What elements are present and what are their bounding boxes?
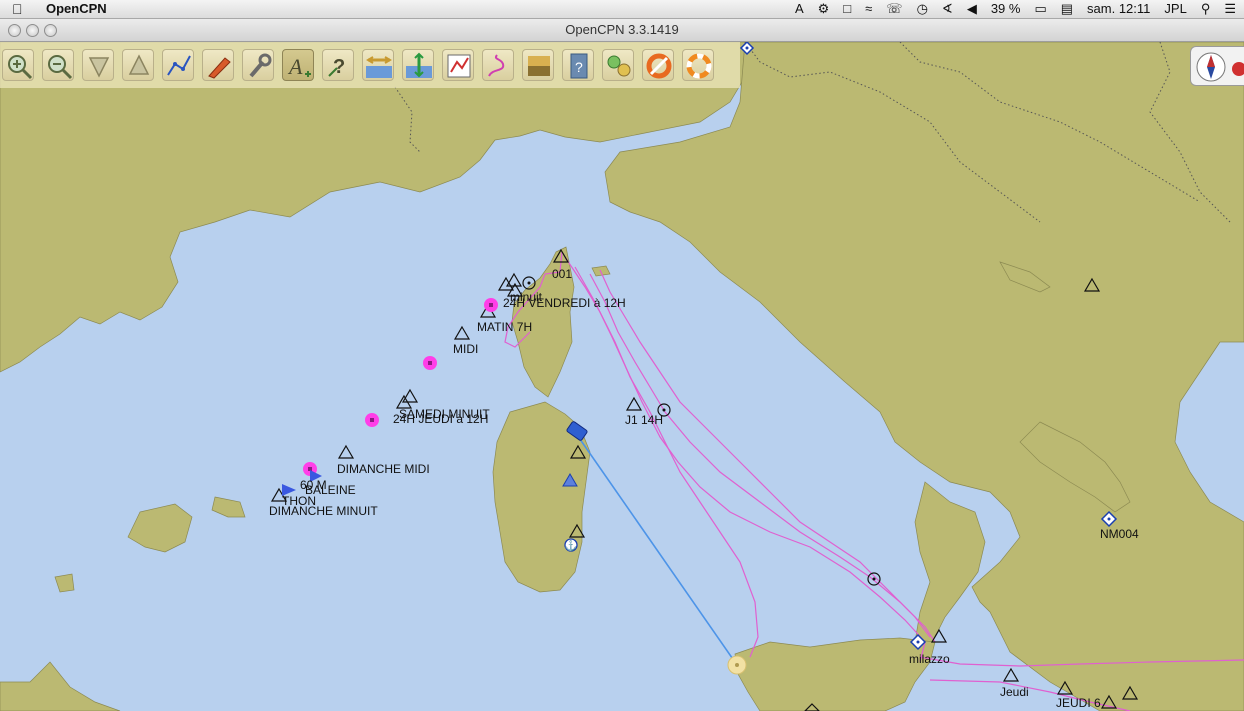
clock[interactable]: sam. 12:11 (1087, 0, 1150, 18)
route-icon (167, 55, 191, 76)
tides-button[interactable] (362, 49, 394, 81)
colour-icon (528, 56, 550, 76)
svg-text:?: ? (575, 59, 583, 75)
time-machine-icon[interactable]: ◷ (917, 0, 928, 18)
auto-follow-button[interactable] (202, 49, 234, 81)
sicily (734, 637, 936, 711)
apple-menu-icon[interactable]:  (12, 0, 23, 18)
app-menu[interactable]: OpenCPN (46, 0, 107, 18)
zoom-in-button[interactable] (2, 49, 34, 81)
bluetooth-icon[interactable]: ∢ (942, 0, 953, 18)
volume-icon[interactable]: ◀ (967, 0, 977, 18)
ring-icon (686, 53, 712, 79)
acrobat-icon[interactable]: A (795, 0, 804, 18)
label-matin-7h: MATIN 7H (477, 320, 532, 334)
svg-text:?: ? (333, 56, 345, 78)
spotlight-icon[interactable]: ⚲ (1201, 0, 1211, 18)
wifi-icon[interactable]: ≈ (865, 0, 872, 18)
window-title: OpenCPN 3.3.1419 (565, 22, 679, 37)
track-button[interactable] (482, 49, 514, 81)
tide-icon (366, 56, 392, 78)
zoom-out-button[interactable] (42, 49, 74, 81)
help-button[interactable]: ? (562, 49, 594, 81)
current-tide-button[interactable]: ? (322, 49, 354, 81)
label-001: 001 (552, 267, 572, 281)
text-icon: A (287, 54, 311, 79)
label-nm004: NM004 (1100, 527, 1139, 541)
scale-out-button[interactable] (122, 49, 154, 81)
calendar-icon[interactable]: ▤ (1061, 0, 1073, 18)
battery-icon[interactable]: ▭ (1034, 0, 1046, 18)
label-j1-14h: J1 14H (625, 413, 663, 427)
zoom-in-icon (8, 55, 33, 80)
svg-text:A: A (287, 54, 303, 79)
chart-canvas[interactable]: ⚓ 001 minuit 24H VENDREDI à 12H MATIN 7H… (0, 42, 1244, 711)
plugin-button[interactable] (602, 49, 634, 81)
create-route-button[interactable] (162, 49, 194, 81)
wrench-icon (249, 53, 272, 78)
doc-icon[interactable]: □ (843, 0, 851, 18)
chart-icon (447, 54, 471, 78)
route-end-dot (735, 663, 739, 667)
backup-icon[interactable]: ⚙ (818, 0, 830, 18)
label-jeudi-6: JEUDI 6 (1056, 696, 1101, 710)
label-jeudi: Jeudi (1000, 685, 1029, 699)
window-title-bar: OpenCPN 3.3.1419 (0, 19, 1244, 42)
label-midi: MIDI (453, 342, 478, 356)
list-icon[interactable]: ☰ (1224, 0, 1236, 18)
grib-button[interactable] (442, 49, 474, 81)
phone-icon[interactable]: ☏ (886, 0, 902, 18)
help-icon: ? (570, 53, 588, 79)
scale-in-button[interactable] (82, 49, 114, 81)
track-icon (488, 54, 505, 77)
label-dimanche-midi: DIMANCHE MIDI (337, 462, 430, 476)
color-scheme-button[interactable] (522, 49, 554, 81)
compass-icon (1196, 52, 1244, 82)
menu-bar:  OpenCPN A ⚙ □ ≈ ☏ ◷ ∢ ◀ 39 % ▭ ▤ sam. … (0, 0, 1244, 19)
label-dimanche-minuit: DIMANCHE MINUIT (269, 504, 378, 518)
mob-button[interactable] (642, 49, 674, 81)
settings-button[interactable] (242, 49, 274, 81)
status-area: A ⚙ □ ≈ ☏ ◷ ∢ ◀ 39 % ▭ ▤ sam. 12:11 JPL … (795, 0, 1236, 18)
query-icon: ? (328, 56, 345, 78)
anchor-glyph: ⚓ (565, 539, 577, 552)
ais-button[interactable] (682, 49, 714, 81)
main-toolbar: A ? ? (0, 42, 740, 88)
user-menu[interactable]: JPL (1164, 0, 1186, 18)
boat-icon (208, 57, 231, 79)
battery-status[interactable]: 39 % (991, 0, 1021, 18)
scale-out-icon (128, 54, 150, 75)
plugin-icon (607, 55, 631, 77)
compass-widget[interactable] (1190, 46, 1244, 86)
label-24h-jeudi: 24H JEUDI à 12H (393, 412, 488, 426)
current-icon (406, 52, 432, 78)
zoom-out-icon (48, 55, 73, 80)
label-milazzo: milazzo (909, 652, 950, 666)
text-button[interactable]: A (282, 49, 314, 81)
label-24h-vendredi: 24H VENDREDI à 12H (503, 296, 626, 310)
currents-button[interactable] (402, 49, 434, 81)
lifebuoy-icon (646, 53, 672, 79)
scale-in-icon (88, 57, 110, 78)
